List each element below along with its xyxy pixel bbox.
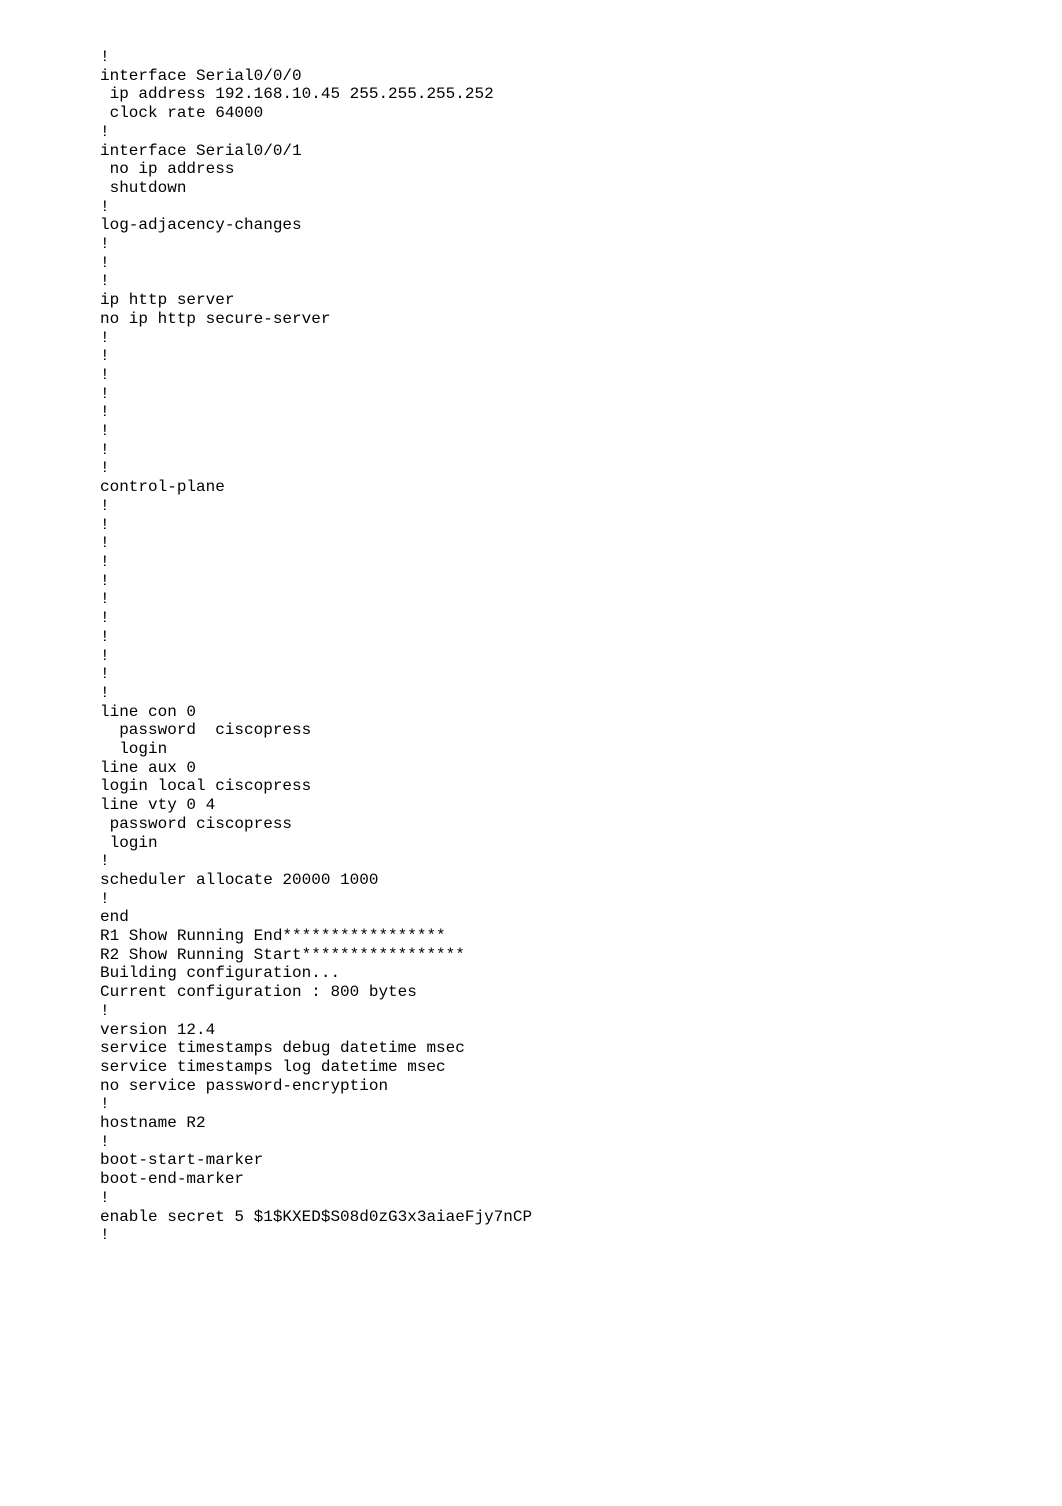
router-config-text: ! interface Serial0/0/0 ip address 192.1… [100,48,962,1245]
